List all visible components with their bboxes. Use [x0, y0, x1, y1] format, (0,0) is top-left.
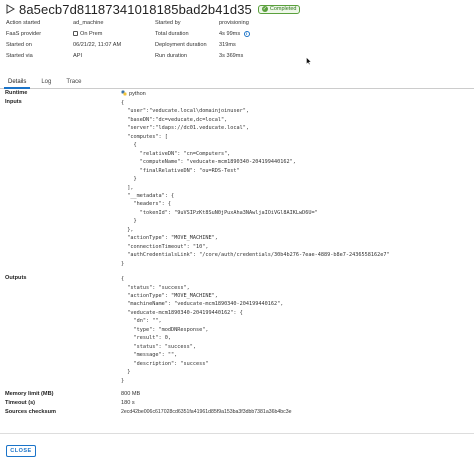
tab-log[interactable]: Log: [37, 75, 55, 89]
info-value: 3s 369ms: [219, 52, 244, 59]
info-right: Started by provisioning Total duration 4…: [155, 17, 250, 61]
checksum-row: Sources checksum 2ecd42be006c617028cd635…: [5, 409, 469, 418]
tab-bar: Details Log Trace: [0, 75, 474, 89]
check-icon: ✓: [261, 6, 268, 12]
total-duration-value: 4s 99ms: [219, 30, 241, 37]
info-row: Total duration 4s 99ms i: [155, 28, 250, 39]
info-label: Started via: [6, 52, 33, 59]
info-label: Total duration: [155, 30, 189, 37]
runtime-label: Runtime: [5, 90, 28, 96]
status-badge-label: Completed: [269, 6, 297, 12]
info-label: Started on: [6, 41, 32, 48]
info-value: 319ms: [219, 41, 236, 48]
page-title: 8a5ecb7d81187341018185bad2b41d35: [19, 1, 252, 17]
modal-footer: CLOSE: [0, 433, 474, 460]
inputs-json: { "user":"veducate.local\domainjoinuser"…: [121, 100, 390, 267]
python-icon: [121, 90, 127, 96]
info-label: FaaS provider: [6, 30, 42, 37]
info-value: 06/21/22, 11:07 AM: [73, 41, 122, 48]
info-value: On Prem: [73, 31, 102, 37]
tab-trace[interactable]: Trace: [62, 75, 85, 89]
info-label: Run duration: [155, 52, 188, 59]
info-value: ad_machine: [73, 19, 104, 26]
info-label: Deployment duration: [155, 41, 207, 48]
info-row: Deployment duration 319ms: [155, 39, 250, 50]
info-label: Action started: [6, 19, 41, 26]
info-row: FaaS provider On Prem: [6, 28, 121, 39]
info-icon[interactable]: i: [243, 30, 250, 37]
info-label: Started by: [155, 19, 181, 26]
outputs-row: Outputs { "status": "success", "actionTy…: [5, 275, 469, 385]
page-header: 8a5ecb7d81187341018185bad2b41d35 ✓ Compl…: [6, 1, 301, 17]
timeout-row: Timeout (s) 180 s: [5, 400, 469, 409]
info-value: 4s 99ms i: [219, 30, 250, 37]
info-row: Started by provisioning: [155, 17, 250, 28]
outputs-label: Outputs: [5, 275, 27, 282]
info-row: Started on 06/21/22, 11:07 AM: [6, 39, 121, 50]
timeout-value: 180 s: [121, 399, 135, 406]
runtime-row: Runtime python: [5, 90, 469, 98]
timeout-label: Timeout (s): [5, 399, 36, 406]
play-icon: [6, 4, 15, 14]
info-row: Run duration 3s 369ms: [155, 50, 250, 61]
runtime-value: python: [129, 91, 146, 97]
memory-value: 800 MB: [121, 390, 141, 397]
info-left: Action started ad_machine FaaS provider …: [6, 17, 121, 61]
info-row: Started via API: [6, 50, 121, 61]
inputs-label: Inputs: [5, 99, 22, 105]
checksum-label: Sources checksum: [5, 408, 56, 415]
info-value: provisioning: [219, 19, 249, 26]
mouse-cursor-icon: [306, 57, 312, 65]
info-value: API: [73, 52, 83, 59]
details-panel: Runtime python Inputs { "user":"veducate…: [5, 89, 469, 418]
status-badge: ✓ Completed: [257, 4, 301, 14]
memory-label: Memory limit (MB): [5, 390, 54, 397]
inputs-row: Inputs { "user":"veducate.local\domainjo…: [5, 99, 469, 268]
server-icon: [73, 31, 78, 36]
close-button[interactable]: CLOSE: [6, 445, 36, 457]
runtime-value-wrap: python: [121, 90, 146, 98]
memory-row: Memory limit (MB) 800 MB: [5, 391, 469, 400]
info-row: Action started ad_machine: [6, 17, 121, 28]
provider-name: On Prem: [80, 30, 103, 37]
checksum-value: 2ecd42be006c617028cd6351fa41961d85f9a153…: [121, 408, 292, 415]
tab-details[interactable]: Details: [4, 75, 31, 89]
outputs-json: { "status": "success", "actionType": "MO…: [121, 276, 284, 384]
